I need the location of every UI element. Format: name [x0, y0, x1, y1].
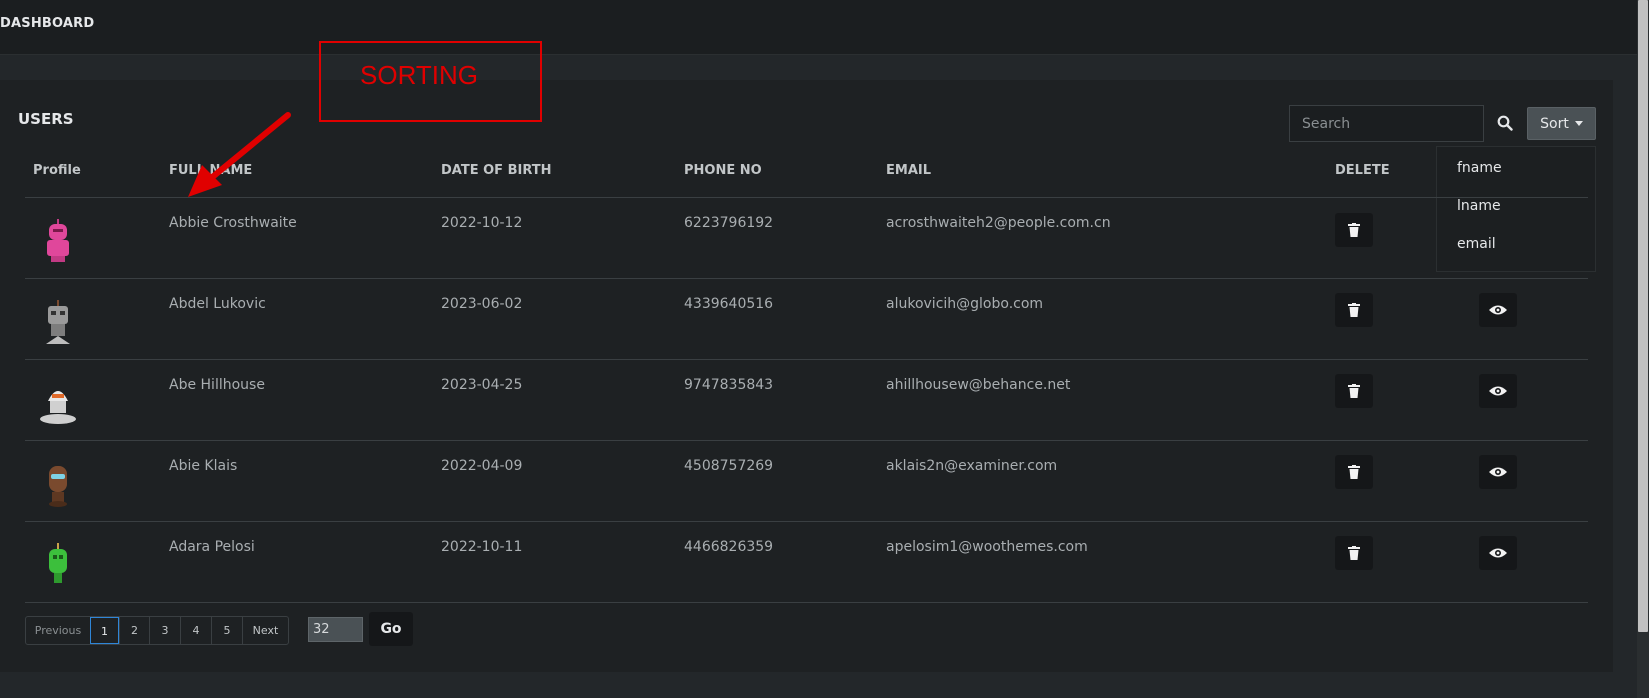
sort-dropdown-menu: fname lname email: [1436, 146, 1596, 272]
view-button[interactable]: [1479, 455, 1517, 489]
sort-label: Sort: [1540, 115, 1569, 132]
top-navbar: DASHBOARD: [0, 0, 1637, 55]
pagination-previous[interactable]: Previous: [26, 617, 90, 644]
cell-date-of-birth: 2022-04-09: [441, 458, 523, 474]
trash-icon: [1348, 303, 1360, 317]
header-phone-no[interactable]: PHONE NO: [684, 163, 762, 178]
trash-icon: [1348, 223, 1360, 237]
pagination-page-2[interactable]: 2: [119, 617, 149, 644]
row-divider: [25, 359, 1588, 360]
cell-phone: 4339640516: [684, 296, 774, 312]
cell-date-of-birth: 2023-06-02: [441, 296, 523, 312]
pagination-page-3[interactable]: 3: [149, 617, 180, 644]
cell-email: apelosim1@woothemes.com: [886, 539, 1088, 555]
cell-date-of-birth: 2022-10-11: [441, 539, 523, 555]
cell-email: ahillhousew@behance.net: [886, 377, 1071, 393]
sort-dropdown-button[interactable]: Sort: [1527, 107, 1596, 140]
dashboard-title[interactable]: DASHBOARD: [0, 16, 94, 31]
delete-button[interactable]: [1335, 455, 1373, 489]
delete-button[interactable]: [1335, 536, 1373, 570]
cell-date-of-birth: 2022-10-12: [441, 215, 523, 231]
delete-button[interactable]: [1335, 213, 1373, 247]
annotation-label: SORTING: [360, 60, 478, 90]
robot-avatar-icon: [47, 219, 69, 262]
delete-button[interactable]: [1335, 374, 1373, 408]
delete-button[interactable]: [1335, 293, 1373, 327]
pagination-next[interactable]: Next: [242, 617, 288, 644]
pagination-page-5[interactable]: 5: [211, 617, 242, 644]
page-scrollbar[interactable]: [1637, 0, 1649, 698]
cell-phone: 6223796192: [684, 215, 774, 231]
caret-down-icon: [1574, 121, 1583, 126]
sort-option-fname[interactable]: fname: [1457, 160, 1502, 176]
pagination-page-4[interactable]: 4: [180, 617, 211, 644]
scrollbar-thumb[interactable]: [1638, 0, 1648, 632]
cell-full-name: Adara Pelosi: [169, 539, 255, 555]
view-button[interactable]: [1479, 374, 1517, 408]
cell-phone: 4466826359: [684, 539, 774, 555]
row-divider: [25, 278, 1588, 279]
robot-avatar-icon: [40, 391, 76, 424]
robot-avatar-icon: [46, 300, 70, 344]
robot-avatar-icon: [49, 466, 67, 507]
trash-icon: [1348, 384, 1360, 398]
robot-avatar-icon: [49, 543, 67, 583]
sort-option-email[interactable]: email: [1457, 236, 1496, 252]
view-button[interactable]: [1479, 293, 1517, 327]
row-divider: [25, 440, 1588, 441]
header-delete: DELETE: [1335, 163, 1390, 178]
page-jump-input[interactable]: [308, 617, 363, 642]
eye-icon: [1489, 386, 1507, 396]
eye-icon: [1489, 467, 1507, 477]
cell-email: aklais2n@examiner.com: [886, 458, 1058, 474]
search-input[interactable]: [1289, 105, 1484, 142]
cell-phone: 4508757269: [684, 458, 774, 474]
row-divider: [25, 602, 1588, 603]
cell-full-name: Abbie Crosthwaite: [169, 215, 297, 231]
header-date-of-birth[interactable]: DATE OF BIRTH: [441, 163, 552, 178]
cell-date-of-birth: 2023-04-25: [441, 377, 523, 393]
header-profile: Profile: [33, 163, 81, 178]
view-button[interactable]: [1479, 536, 1517, 570]
eye-icon: [1489, 305, 1507, 315]
cell-email: acrosthwaiteh2@people.com.cn: [886, 215, 1111, 231]
users-heading: USERS: [18, 110, 74, 128]
go-button[interactable]: Go: [369, 612, 413, 646]
annotation-arrow-icon: [188, 112, 291, 197]
trash-icon: [1348, 465, 1360, 479]
cell-full-name: Abe Hillhouse: [169, 377, 265, 393]
pagination: Previous 1 2 3 4 5 Next: [25, 616, 289, 645]
row-divider: [25, 521, 1588, 522]
sort-option-lname[interactable]: lname: [1457, 198, 1501, 214]
pagination-page-1[interactable]: 1: [90, 617, 119, 644]
search-icon: [1497, 115, 1513, 131]
cell-full-name: Abie Klais: [169, 458, 238, 474]
trash-icon: [1348, 546, 1360, 560]
header-email[interactable]: EMAIL: [886, 163, 931, 178]
cell-phone: 9747835843: [684, 377, 774, 393]
cell-full-name: Abdel Lukovic: [169, 296, 266, 312]
cell-email: alukovicih@globo.com: [886, 296, 1044, 312]
eye-icon: [1489, 548, 1507, 558]
search-button[interactable]: [1492, 110, 1518, 136]
